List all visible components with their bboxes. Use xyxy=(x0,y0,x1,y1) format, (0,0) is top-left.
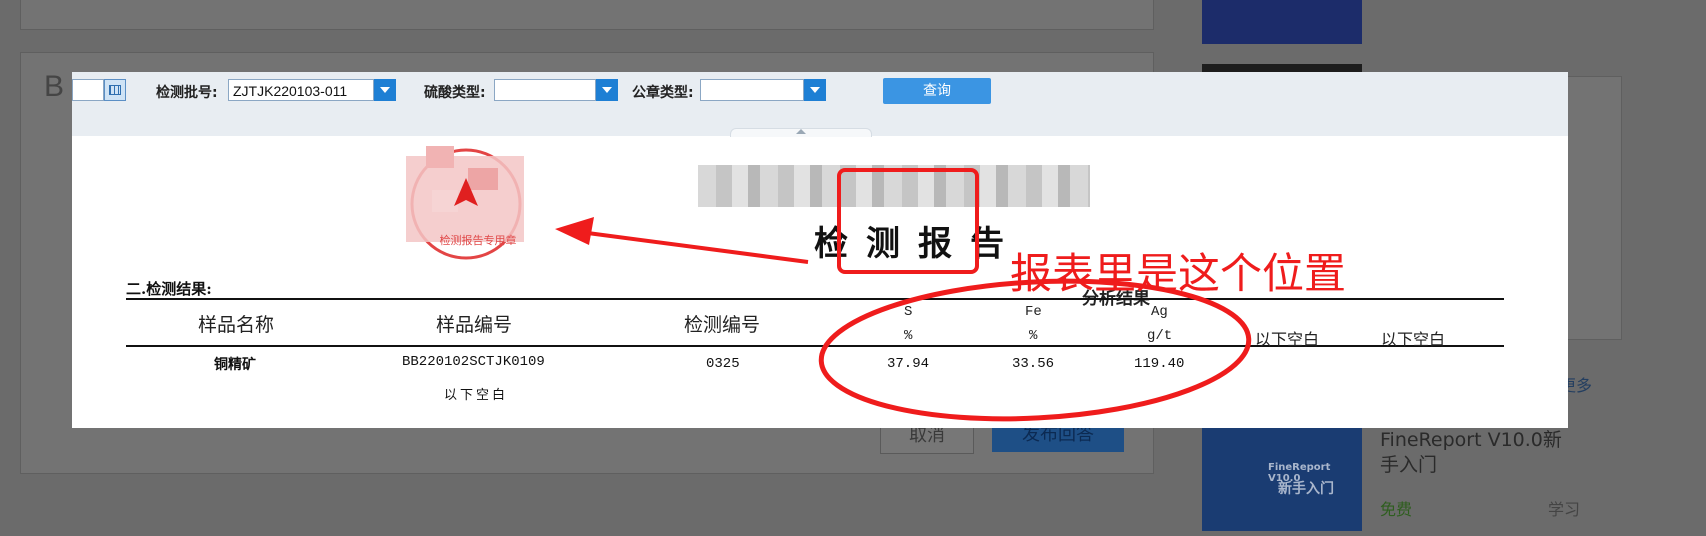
annotation-layer xyxy=(555,168,1252,422)
annotation-arrow-head xyxy=(555,217,594,245)
annotation-text: 报表里是这个位置 xyxy=(1010,249,1347,298)
annotation-arrow-line xyxy=(579,230,809,264)
annotation-box xyxy=(837,168,979,274)
